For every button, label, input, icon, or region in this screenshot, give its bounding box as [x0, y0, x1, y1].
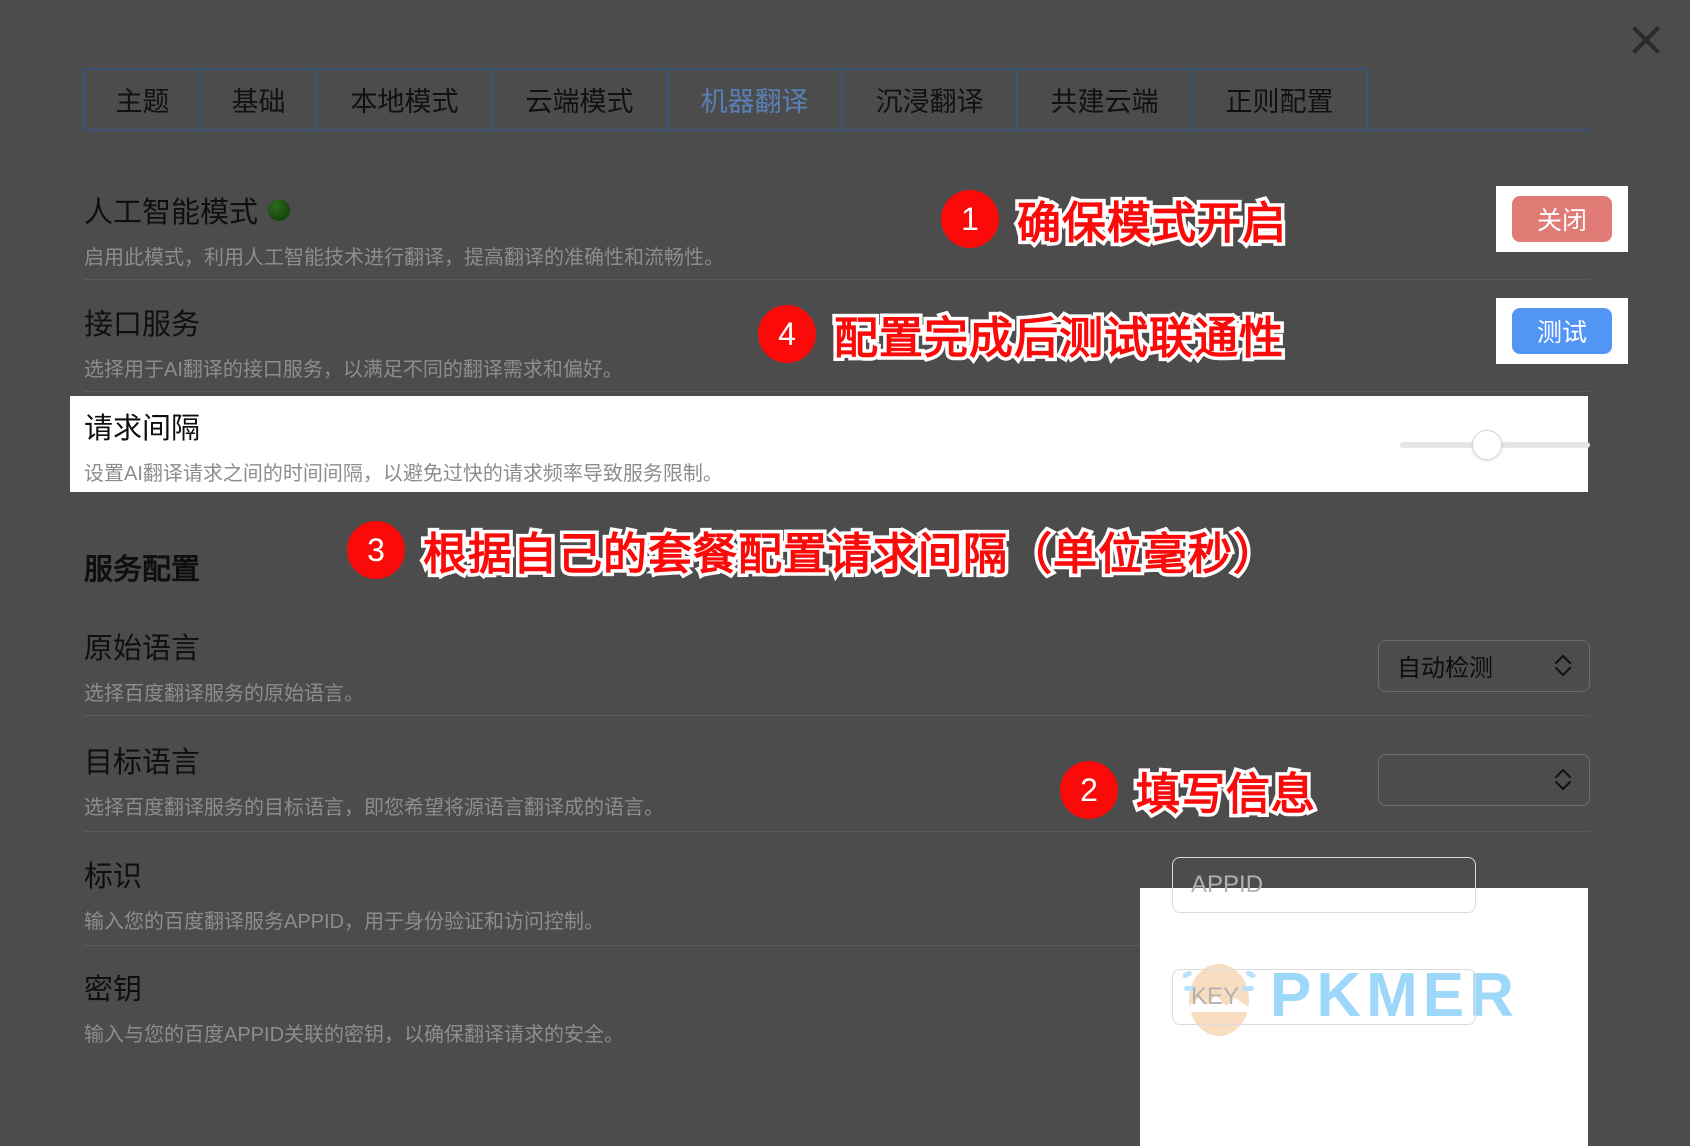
api-service-desc: 选择用于AI翻译的接口服务，以满足不同的翻译需求和偏好。	[84, 359, 623, 381]
annotation-text: 根据自己的套餐配置请求间隔（单位毫秒）	[420, 527, 1281, 583]
row-ai-mode: 人工智能模式 启用此模式，利用人工智能技术进行翻译，提高翻译的准确性和流畅性。	[84, 180, 1590, 280]
secret-key-input[interactable]	[1172, 969, 1476, 1025]
appid-title: 标识	[84, 861, 143, 893]
secret-key-desc: 输入与您的百度APPID关联的密钥，以确保翻译请求的安全。	[84, 1023, 625, 1046]
tab-cloud-mode[interactable]: 云端模式	[493, 68, 668, 129]
tab-immersive-translation[interactable]: 沉浸翻译	[843, 68, 1018, 129]
annotation-text: 配置完成后测试联通性	[831, 311, 1287, 367]
ai-mode-title: 人工智能模式	[84, 189, 724, 231]
green-status-dot	[268, 199, 291, 221]
request-interval-desc: 设置AI翻译请求之间的时间间隔，以避免过快的请求频率导致服务限制。	[84, 462, 723, 485]
secret-key-info: 密钥 输入与您的百度APPID关联的密钥，以确保翻译请求的安全。	[84, 966, 624, 1047]
source-language-info: 原始语言 选择百度翻译服务的原始语言。	[84, 625, 364, 706]
annotation-2: 2 填写信息	[1060, 758, 1319, 823]
appid-info: 标识 输入您的百度翻译服务APPID，用于身份验证和访问控制。	[84, 853, 604, 934]
annotation-badge: 1	[941, 190, 999, 248]
annotation-1: 1 确保模式开启	[941, 187, 1290, 252]
secret-key-title: 密钥	[84, 973, 143, 1006]
source-language-title: 原始语言	[84, 633, 201, 665]
row-target-language: 目标语言 选择百度翻译服务的目标语言，即您希望将源语言翻译成的语言。	[84, 728, 1590, 832]
annotation-3: 3 根据自己的套餐配置请求间隔（单位毫秒）	[347, 518, 1281, 583]
api-service-info: 接口服务 选择用于AI翻译的接口服务，以满足不同的翻译需求和偏好。	[84, 301, 623, 382]
request-interval-slider[interactable]	[1400, 430, 1590, 460]
ai-mode-info: 人工智能模式 启用此模式，利用人工智能技术进行翻译，提高翻译的准确性和流畅性。	[84, 189, 724, 270]
ai-mode-toggle-button[interactable]: 关闭	[1512, 196, 1612, 242]
target-language-desc: 选择百度翻译服务的目标语言，即您希望将源语言翻译成的语言。	[84, 797, 664, 819]
appid-input[interactable]	[1172, 857, 1476, 913]
row-source-language: 原始语言 选择百度翻译服务的原始语言。 自动检测	[84, 616, 1590, 716]
annotation-badge: 2	[1060, 761, 1118, 819]
api-service-title: 接口服务	[84, 309, 201, 341]
settings-modal: 主题 基础 本地模式 云端模式 机器翻译 沉浸翻译 共建云端 正则配置 人工智能…	[0, 0, 1690, 1146]
slider-thumb[interactable]	[1472, 430, 1502, 460]
ai-mode-desc: 启用此模式，利用人工智能技术进行翻译，提高翻译的准确性和流畅性。	[84, 247, 724, 269]
target-language-title: 目标语言	[84, 747, 201, 779]
annotation-text: 确保模式开启	[1014, 196, 1290, 252]
close-icon	[1631, 25, 1661, 55]
request-interval-info: 请求间隔 设置AI翻译请求之间的时间间隔，以避免过快的请求频率导致服务限制。	[84, 405, 723, 486]
source-language-desc: 选择百度翻译服务的原始语言。	[84, 683, 364, 705]
service-config-heading: 服务配置	[84, 554, 201, 586]
source-language-select[interactable]: 自动检测	[1378, 639, 1590, 692]
request-interval-title: 请求间隔	[84, 412, 201, 445]
target-language-info: 目标语言 选择百度翻译服务的目标语言，即您希望将源语言翻译成的语言。	[84, 739, 664, 820]
row-request-interval: 请求间隔 设置AI翻译请求之间的时间间隔，以避免过快的请求频率导致服务限制。	[84, 400, 1590, 490]
api-service-test-button[interactable]: 测试	[1512, 308, 1612, 354]
annotation-text: 填写信息	[1133, 767, 1319, 823]
tab-regex-config[interactable]: 正则配置	[1193, 68, 1368, 129]
tab-machine-translation[interactable]: 机器翻译	[668, 68, 843, 129]
tab-local-mode[interactable]: 本地模式	[318, 68, 493, 129]
annotation-badge: 4	[758, 305, 816, 363]
chevron-updown-icon	[1555, 655, 1571, 676]
close-button[interactable]	[1624, 18, 1668, 62]
tab-bar: 主题 基础 本地模式 云端模式 机器翻译 沉浸翻译 共建云端 正则配置	[84, 68, 1590, 131]
source-language-value: 自动检测	[1397, 655, 1493, 682]
chevron-updown-icon	[1555, 769, 1571, 790]
target-language-select[interactable]	[1378, 753, 1590, 806]
tab-shared-cloud[interactable]: 共建云端	[1018, 68, 1193, 129]
annotation-badge: 3	[347, 521, 405, 579]
tab-basic[interactable]: 基础	[201, 68, 318, 129]
annotation-4: 4 配置完成后测试联通性	[758, 302, 1287, 367]
tab-theme[interactable]: 主题	[84, 68, 201, 129]
appid-desc: 输入您的百度翻译服务APPID，用于身份验证和访问控制。	[84, 911, 605, 933]
